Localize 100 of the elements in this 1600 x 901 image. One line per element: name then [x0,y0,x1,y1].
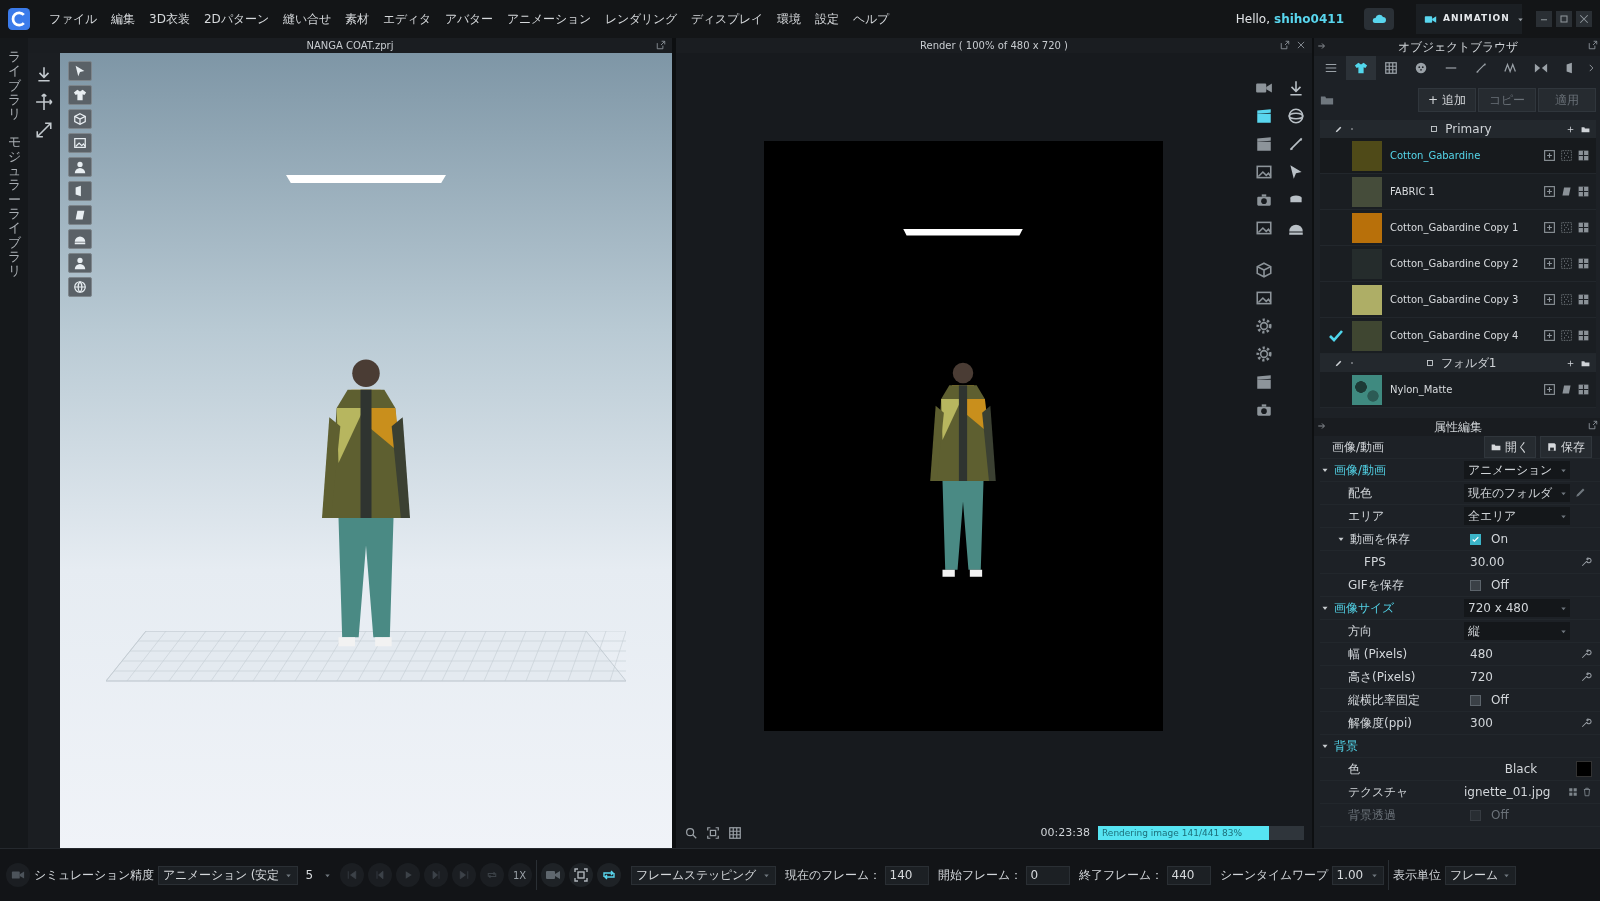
menu-item[interactable]: 環境 [769,10,808,28]
simulation-dropdown[interactable]: アニメーション (安定 [158,865,298,885]
steps-spinner[interactable]: 5 [301,865,336,885]
color-swatch[interactable] [1576,761,1592,777]
close-button[interactable] [1576,11,1592,27]
number-value[interactable]: 30.00 [1464,553,1576,571]
input-field[interactable]: 440 [1166,865,1211,885]
chevron-icon[interactable] [1586,63,1596,73]
fabric-item[interactable]: Cotton_Gabardine Copy 2 [1320,246,1596,282]
toolbar-button[interactable]: + 追加 [1418,88,1476,112]
wrench-icon[interactable] [1580,671,1592,683]
side-tab[interactable]: モジュラーライブラリ [7,135,21,279]
input-field[interactable]: 1.00 [1331,865,1384,885]
menu-item[interactable]: 素材 [337,10,376,28]
clapper-icon[interactable] [1255,373,1273,391]
cloud-button[interactable] [1364,8,1394,30]
number-value[interactable]: 300 [1464,714,1576,732]
quad-icon[interactable] [1577,221,1590,234]
dropdown[interactable]: 縦 [1464,622,1570,640]
fabric-item[interactable]: Cotton_Gabardine Copy 3 [1320,282,1596,318]
menu-item[interactable]: レンダリング [597,10,684,28]
cube-icon[interactable] [1255,261,1273,279]
add-icon[interactable] [1543,149,1556,162]
fabric-item[interactable]: Nylon_Matte [1320,372,1596,408]
menu-item[interactable]: ヘルプ [845,10,896,28]
trash-icon[interactable] [1582,787,1592,797]
dotted-square-icon[interactable] [1560,257,1573,270]
image-icon[interactable] [1255,163,1273,181]
sheet-icon[interactable] [73,208,87,222]
person-icon[interactable] [73,160,87,174]
popout-icon[interactable] [1280,40,1290,50]
unit-dropdown[interactable]: フレーム [1444,865,1516,885]
fit-frame-icon[interactable] [706,826,720,840]
gear-icon[interactable] [1255,317,1273,335]
diagonal-arrow-icon[interactable] [1287,135,1305,153]
menu-item[interactable]: エディタ [375,10,438,28]
close-icon[interactable] [1296,40,1306,50]
shirt-icon[interactable] [73,88,87,102]
wrench-icon[interactable] [1580,556,1592,568]
zoom-icon[interactable] [684,826,698,840]
quad-icon[interactable] [1577,329,1590,342]
fit-frame-icon[interactable] [572,867,589,883]
file-button[interactable]: 開く [1484,436,1536,458]
app-logo-icon[interactable] [8,8,30,30]
avatar-icon[interactable] [73,256,87,270]
menu-item[interactable]: アニメーション [499,10,598,28]
checkbox[interactable] [1470,694,1481,706]
dotted-square-icon[interactable] [1560,293,1573,306]
dropdown[interactable]: 720 x 480 [1464,599,1570,617]
dotted-square-icon[interactable] [1560,221,1573,234]
folder-icon[interactable] [1581,358,1590,368]
clapper-icon[interactable] [1255,135,1273,153]
grid-icon[interactable] [728,826,742,840]
menu-item[interactable]: アバター [437,10,500,28]
speed-button[interactable]: 1X [507,863,532,887]
add-icon[interactable] [1543,185,1556,198]
input-field[interactable]: 0 [1025,865,1070,885]
add-icon[interactable] [1543,257,1556,270]
input-field[interactable]: 140 [884,865,929,885]
gear-icon[interactable] [1255,345,1273,363]
cursor-icon[interactable] [73,64,87,78]
frame-mode-dropdown[interactable]: フレームステッピング [630,865,776,885]
menu-item[interactable]: 2Dパターン [196,10,276,28]
quad-icon[interactable] [1577,149,1590,162]
wrench-icon[interactable] [1580,648,1592,660]
move-icon[interactable] [35,93,53,111]
menu-item[interactable]: 編集 [104,10,142,28]
menu-item[interactable]: 縫い合せ [275,10,338,28]
menu-item[interactable]: ファイル [42,10,104,28]
checkbox[interactable] [1470,533,1481,545]
dotted-square-icon[interactable] [1560,329,1573,342]
add-icon[interactable] [1543,383,1556,396]
popout-icon[interactable] [1588,40,1598,50]
checkbox[interactable] [1470,579,1481,591]
popout-icon[interactable] [1588,420,1598,430]
menu-item[interactable]: 設定 [807,10,846,28]
add-icon[interactable] [1543,221,1556,234]
camera-icon[interactable] [1255,401,1273,419]
number-value[interactable]: 720 [1464,668,1576,686]
dropdown[interactable]: 全エリア [1464,507,1570,525]
quad-icon[interactable] [1577,293,1590,306]
sheet-icon[interactable] [1560,185,1573,198]
globe-icon[interactable] [73,280,87,294]
sphere-icon[interactable] [1287,107,1305,125]
dropdown[interactable]: アニメーション [1464,461,1570,479]
mode-dropdown[interactable]: ANIMATION [1416,4,1522,34]
quad-icon[interactable] [1577,185,1590,198]
scale-icon[interactable] [35,121,53,139]
plus-icon[interactable] [1566,124,1575,134]
camera-icon[interactable] [1255,191,1273,209]
image-icon[interactable] [73,136,87,150]
add-icon[interactable] [1543,329,1556,342]
eyedropper-icon[interactable] [1574,487,1586,499]
dotted-square-icon[interactable] [1560,149,1573,162]
arrow-down-icon[interactable] [1287,79,1305,97]
folder-icon[interactable] [1581,124,1590,134]
side-tab[interactable]: ライブラリ [7,50,21,122]
add-icon[interactable] [1543,293,1556,306]
3d-viewport[interactable] [60,53,672,848]
file-button[interactable]: 保存 [1540,436,1592,458]
